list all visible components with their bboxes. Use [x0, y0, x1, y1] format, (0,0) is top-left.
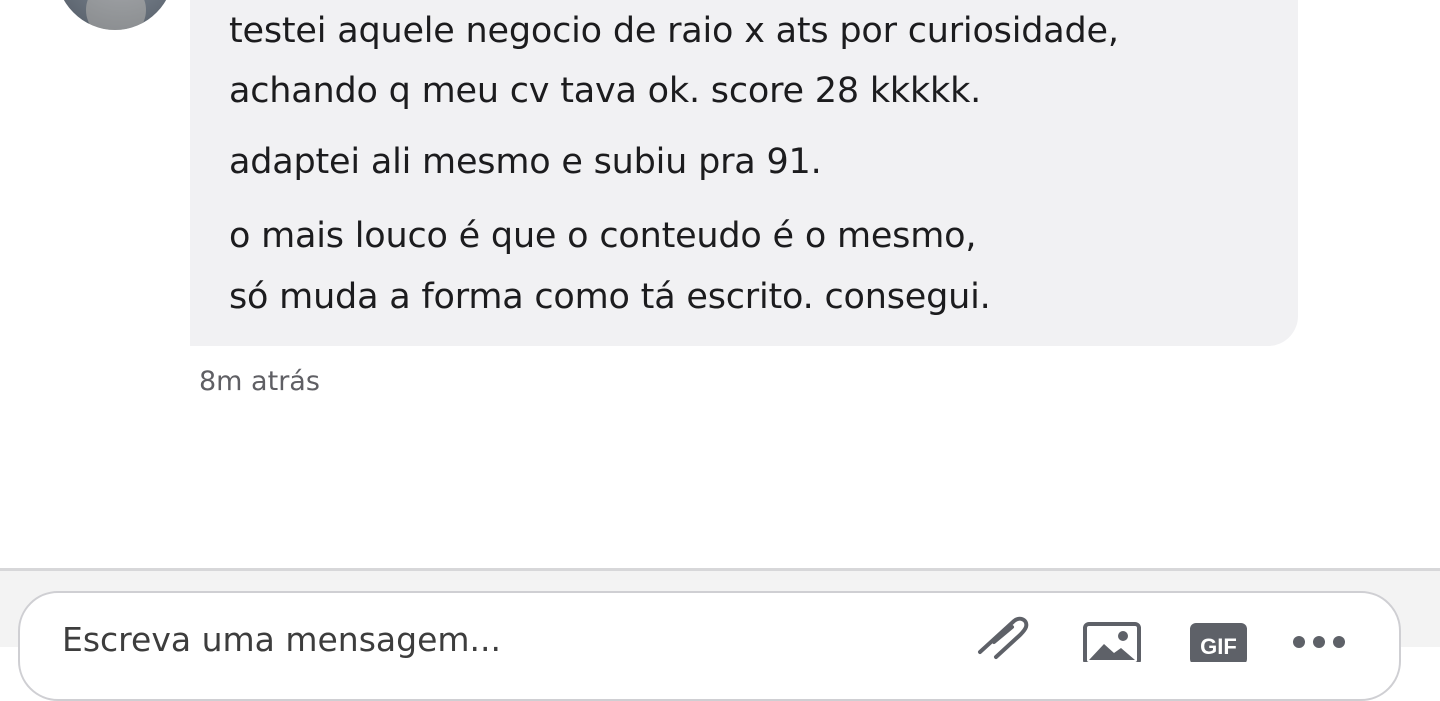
- message-timestamp: 8m atrás: [199, 366, 320, 397]
- avatar-shade: [86, 0, 146, 30]
- image-button[interactable]: [1080, 612, 1144, 662]
- gif-button[interactable]: GIF: [1186, 612, 1250, 662]
- chat-area: testei aquele negocio de raio x ats por …: [0, 0, 1440, 570]
- message-line-3: adaptei ali mesmo e subiu pra 91.: [229, 142, 822, 182]
- message-line-4: o mais louco é que o conteudo é o mesmo,: [229, 216, 977, 256]
- more-options-button[interactable]: [1287, 612, 1351, 662]
- gif-icon: GIF: [1190, 623, 1247, 662]
- image-icon: [1083, 622, 1141, 662]
- avatar[interactable]: [56, 0, 174, 30]
- message-line-5: só muda a forma como tá escrito. consegu…: [229, 277, 991, 317]
- message-line-1: testei aquele negocio de raio x ats por …: [229, 11, 1119, 51]
- attach-button[interactable]: [970, 612, 1034, 662]
- message-input[interactable]: [62, 614, 942, 664]
- message-line-2: achando q meu cv tava ok. score 28 kkkkk…: [229, 71, 982, 111]
- more-icon: [1293, 636, 1345, 648]
- paperclip-icon: [978, 616, 1029, 659]
